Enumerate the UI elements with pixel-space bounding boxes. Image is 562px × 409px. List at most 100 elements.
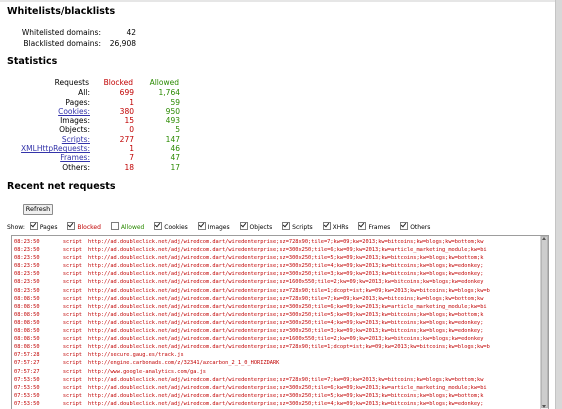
log-time: 08:23:50 — [14, 263, 40, 270]
log-type: script — [62, 287, 82, 294]
log-url: http://ad.doubleclick.net/adj/wiredcom.d… — [88, 311, 484, 318]
filter-label: Objects — [249, 224, 273, 231]
page-scrollbar[interactable] — [555, 0, 562, 409]
log-type: script — [62, 279, 82, 286]
log-url: http://ad.doubleclick.net/adj/wiredcom.d… — [88, 271, 484, 278]
log-type: script — [62, 376, 82, 383]
log-entry: 07:53:50 script http://ad.doubleclick.net/… — [12, 400, 540, 408]
filter-scripts[interactable]: Scripts — [282, 222, 313, 233]
log-entry: 08:08:50 script http://ad.doubleclick.net/… — [12, 311, 540, 319]
allowed-count: 5 — [175, 125, 180, 135]
log-type: script — [62, 247, 82, 254]
log-scrollbar-thumb[interactable] — [541, 236, 548, 408]
log-url: http://ad.doubleclick.net/adj/wiredcom.d… — [88, 400, 484, 407]
blocked-count: 7 — [129, 153, 134, 163]
log-url: http://ad.doubleclick.net/adj/wiredcom.d… — [88, 303, 487, 310]
log-time: 08:23:50 — [14, 239, 40, 245]
log-entry: 07:53:50 script http://ad.doubleclick.net/… — [12, 376, 540, 384]
stats-label: Images: — [60, 116, 90, 126]
stats-row-frames: Frames: 7 47 — [20, 153, 180, 162]
log-entry: 08:08:50 script http://ad.doubleclick.net/… — [12, 303, 540, 311]
log-type: script — [62, 384, 82, 391]
log-time: 08:23:50 — [14, 287, 40, 294]
cookies-link[interactable]: Cookies: — [58, 107, 90, 116]
filter-allowed[interactable]: Allowed — [110, 222, 144, 233]
scroll-up-arrow-icon[interactable] — [542, 237, 546, 240]
images-checkbox[interactable] — [197, 222, 206, 230]
filter-label: Cookies — [164, 224, 188, 231]
stats-label: Objects: — [59, 125, 90, 135]
whitelisted-label: Whitelisted domains: — [21, 28, 101, 37]
stats-row-images: Images: 15 493 — [20, 116, 180, 125]
others-checkbox[interactable] — [400, 222, 409, 230]
pages-checkbox[interactable] — [29, 222, 38, 230]
allowed-count: 950 — [165, 106, 180, 116]
log-url: http://ad.doubleclick.net/adj/wiredcom.d… — [88, 376, 484, 383]
log-url: http://ad.doubleclick.net/adj/wiredcom.d… — [88, 255, 484, 262]
filter-label: Frames — [368, 224, 391, 231]
blocked-checkbox[interactable] — [67, 222, 76, 230]
log-time: 08:23:50 — [14, 255, 40, 262]
request-log[interactable]: 08:23:50 script http://ad.doubleclick.net/… — [11, 235, 549, 409]
log-time: 08:23:50 — [14, 247, 40, 254]
frames-checkbox[interactable] — [358, 222, 367, 230]
log-time: 07:57:28 — [14, 352, 40, 359]
log-time: 08:23:50 — [14, 279, 40, 286]
blocked-count: 277 — [119, 134, 134, 144]
log-scrollbar[interactable] — [540, 236, 548, 409]
scripts-link[interactable]: Scripts: — [62, 135, 90, 144]
filter-objects[interactable]: Objects — [239, 222, 273, 233]
log-entry: 07:53:50 script http://ad.doubleclick.net/… — [12, 384, 540, 392]
statistics-table: Requests Blocked Allowed All: 699 1,764 … — [20, 77, 180, 172]
allowed-header: Allowed — [149, 78, 179, 87]
objects-checkbox[interactable] — [239, 222, 248, 230]
stats-row-all: All: 699 1,764 — [20, 88, 180, 97]
log-type: script — [62, 392, 82, 399]
cookies-checkbox[interactable] — [154, 222, 163, 230]
stats-row-cookies: Cookies: 380 950 — [20, 107, 180, 116]
filter-cookies[interactable]: Cookies — [154, 222, 188, 233]
log-entry: 08:23:50 script http://ad.doubleclick.net/… — [12, 262, 540, 270]
log-entry: 08:08:50 script http://ad.doubleclick.net/… — [12, 319, 540, 327]
scroll-down-arrow-icon[interactable] — [542, 405, 546, 408]
log-time: 08:08:50 — [14, 328, 40, 335]
xmlhttprequests-link[interactable]: XMLHttpRequests: — [21, 144, 90, 153]
frames-link[interactable]: Frames: — [60, 153, 90, 162]
log-entry: 08:08:50 script http://ad.doubleclick.net/… — [12, 335, 540, 343]
statistics-header-row: Requests Blocked Allowed — [20, 77, 180, 88]
filter-others[interactable]: Others — [400, 222, 430, 233]
allowed-checkbox[interactable] — [110, 222, 119, 230]
allowed-count: 46 — [170, 144, 180, 154]
log-entry: 08:08:50 script http://ad.doubleclick.net/… — [12, 295, 540, 303]
log-type: script — [62, 400, 82, 407]
log-time: 07:53:50 — [14, 376, 40, 383]
filter-pages[interactable]: Pages — [29, 222, 57, 233]
refresh-button[interactable]: Refresh — [23, 204, 53, 215]
whitelists-heading: Whitelists/blacklists — [7, 6, 116, 17]
log-time: 07:53:50 — [14, 392, 40, 399]
log-entry: 07:57:27 script http://www.google-analytic… — [12, 368, 540, 376]
log-time: 07:57:27 — [14, 368, 40, 375]
xhrs-checkbox[interactable] — [322, 222, 331, 230]
log-type: script — [62, 328, 82, 335]
log-url: http://engine.carbonads.com/z/32341/azca… — [88, 360, 280, 367]
blocked-count: 15 — [124, 116, 134, 126]
log-type: script — [62, 239, 82, 245]
log-entry: 08:23:50 script http://ad.doubleclick.net/… — [12, 238, 540, 246]
log-entry: 08:23:50 script http://ad.doubleclick.net/… — [12, 278, 540, 286]
stats-label: All: — [78, 88, 90, 98]
filter-images[interactable]: Images — [197, 222, 230, 233]
allowed-count: 47 — [170, 153, 180, 163]
filter-blocked[interactable]: Blocked — [67, 222, 101, 233]
log-type: script — [62, 263, 82, 270]
log-url: http://ad.doubleclick.net/adj/wiredcom.d… — [88, 328, 484, 335]
log-time: 08:08:50 — [14, 319, 40, 326]
log-time: 07:53:50 — [14, 400, 40, 407]
log-url: http://ad.doubleclick.net/adj/wiredcom.d… — [88, 336, 484, 343]
filter-frames[interactable]: Frames — [358, 222, 390, 233]
filter-xhrs[interactable]: XHRs — [322, 222, 349, 233]
log-entry: 07:57:28 script http://secure.gaug.es/trac… — [12, 351, 540, 359]
log-url: http://ad.doubleclick.net/adj/wiredcom.d… — [88, 295, 484, 302]
log-type: script — [62, 319, 82, 326]
scripts-checkbox[interactable] — [282, 222, 291, 230]
